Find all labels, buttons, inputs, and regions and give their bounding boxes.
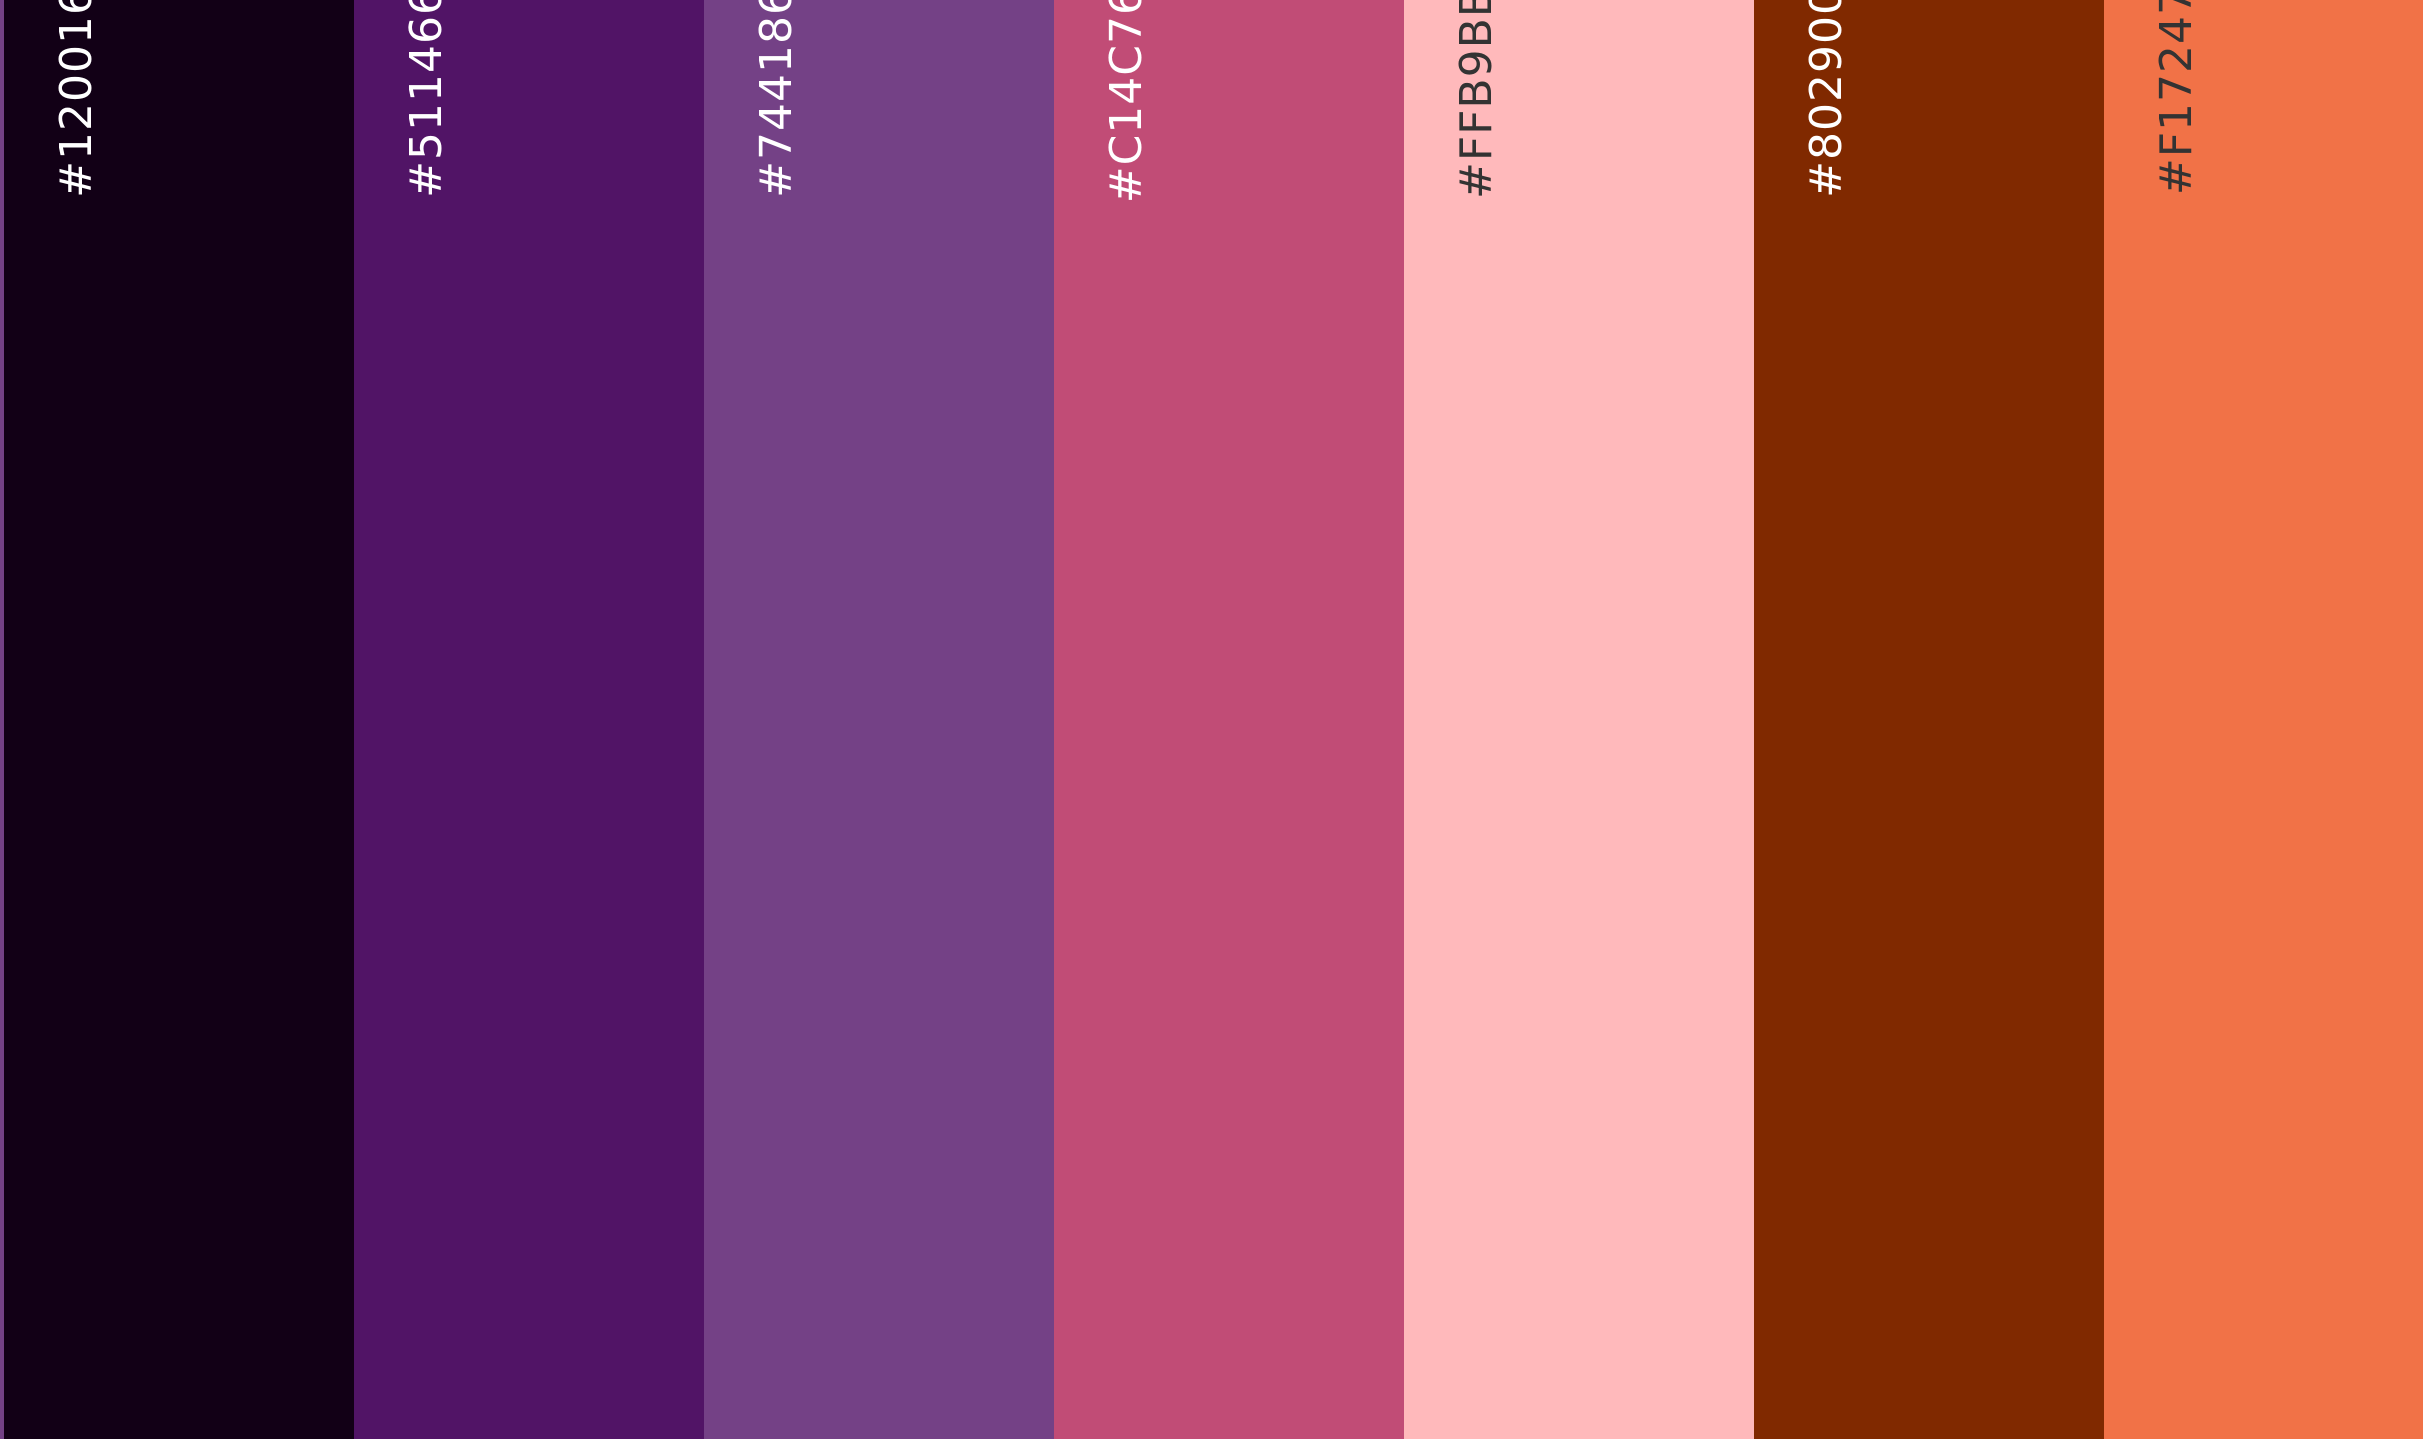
color-swatch-c14c76[interactable]: #C14C76 (1054, 0, 1404, 1439)
hex-code-label: #802900 (1801, 0, 1852, 198)
hex-code-label: #511466 (401, 0, 452, 198)
color-swatch-120016[interactable]: #120016 (4, 0, 354, 1439)
color-swatch-f17247[interactable]: #F17247 (2104, 0, 2423, 1439)
hex-code-label: #744186 (751, 0, 802, 198)
color-swatch-ffb9bb[interactable]: #FFB9BB (1404, 0, 1754, 1439)
color-swatch-744186[interactable]: #744186 (704, 0, 1054, 1439)
hex-code-label: #FFB9BB (1451, 0, 1502, 200)
hex-code-label: #F17247 (2151, 0, 2202, 196)
color-swatch-511466[interactable]: #511466 (354, 0, 704, 1439)
hex-code-label: #C14C76 (1101, 0, 1152, 204)
color-palette: #120016 #511466 #744186 #C14C76 #FFB9BB … (4, 0, 2423, 1439)
color-swatch-802900[interactable]: #802900 (1754, 0, 2104, 1439)
hex-code-label: #120016 (51, 0, 102, 198)
